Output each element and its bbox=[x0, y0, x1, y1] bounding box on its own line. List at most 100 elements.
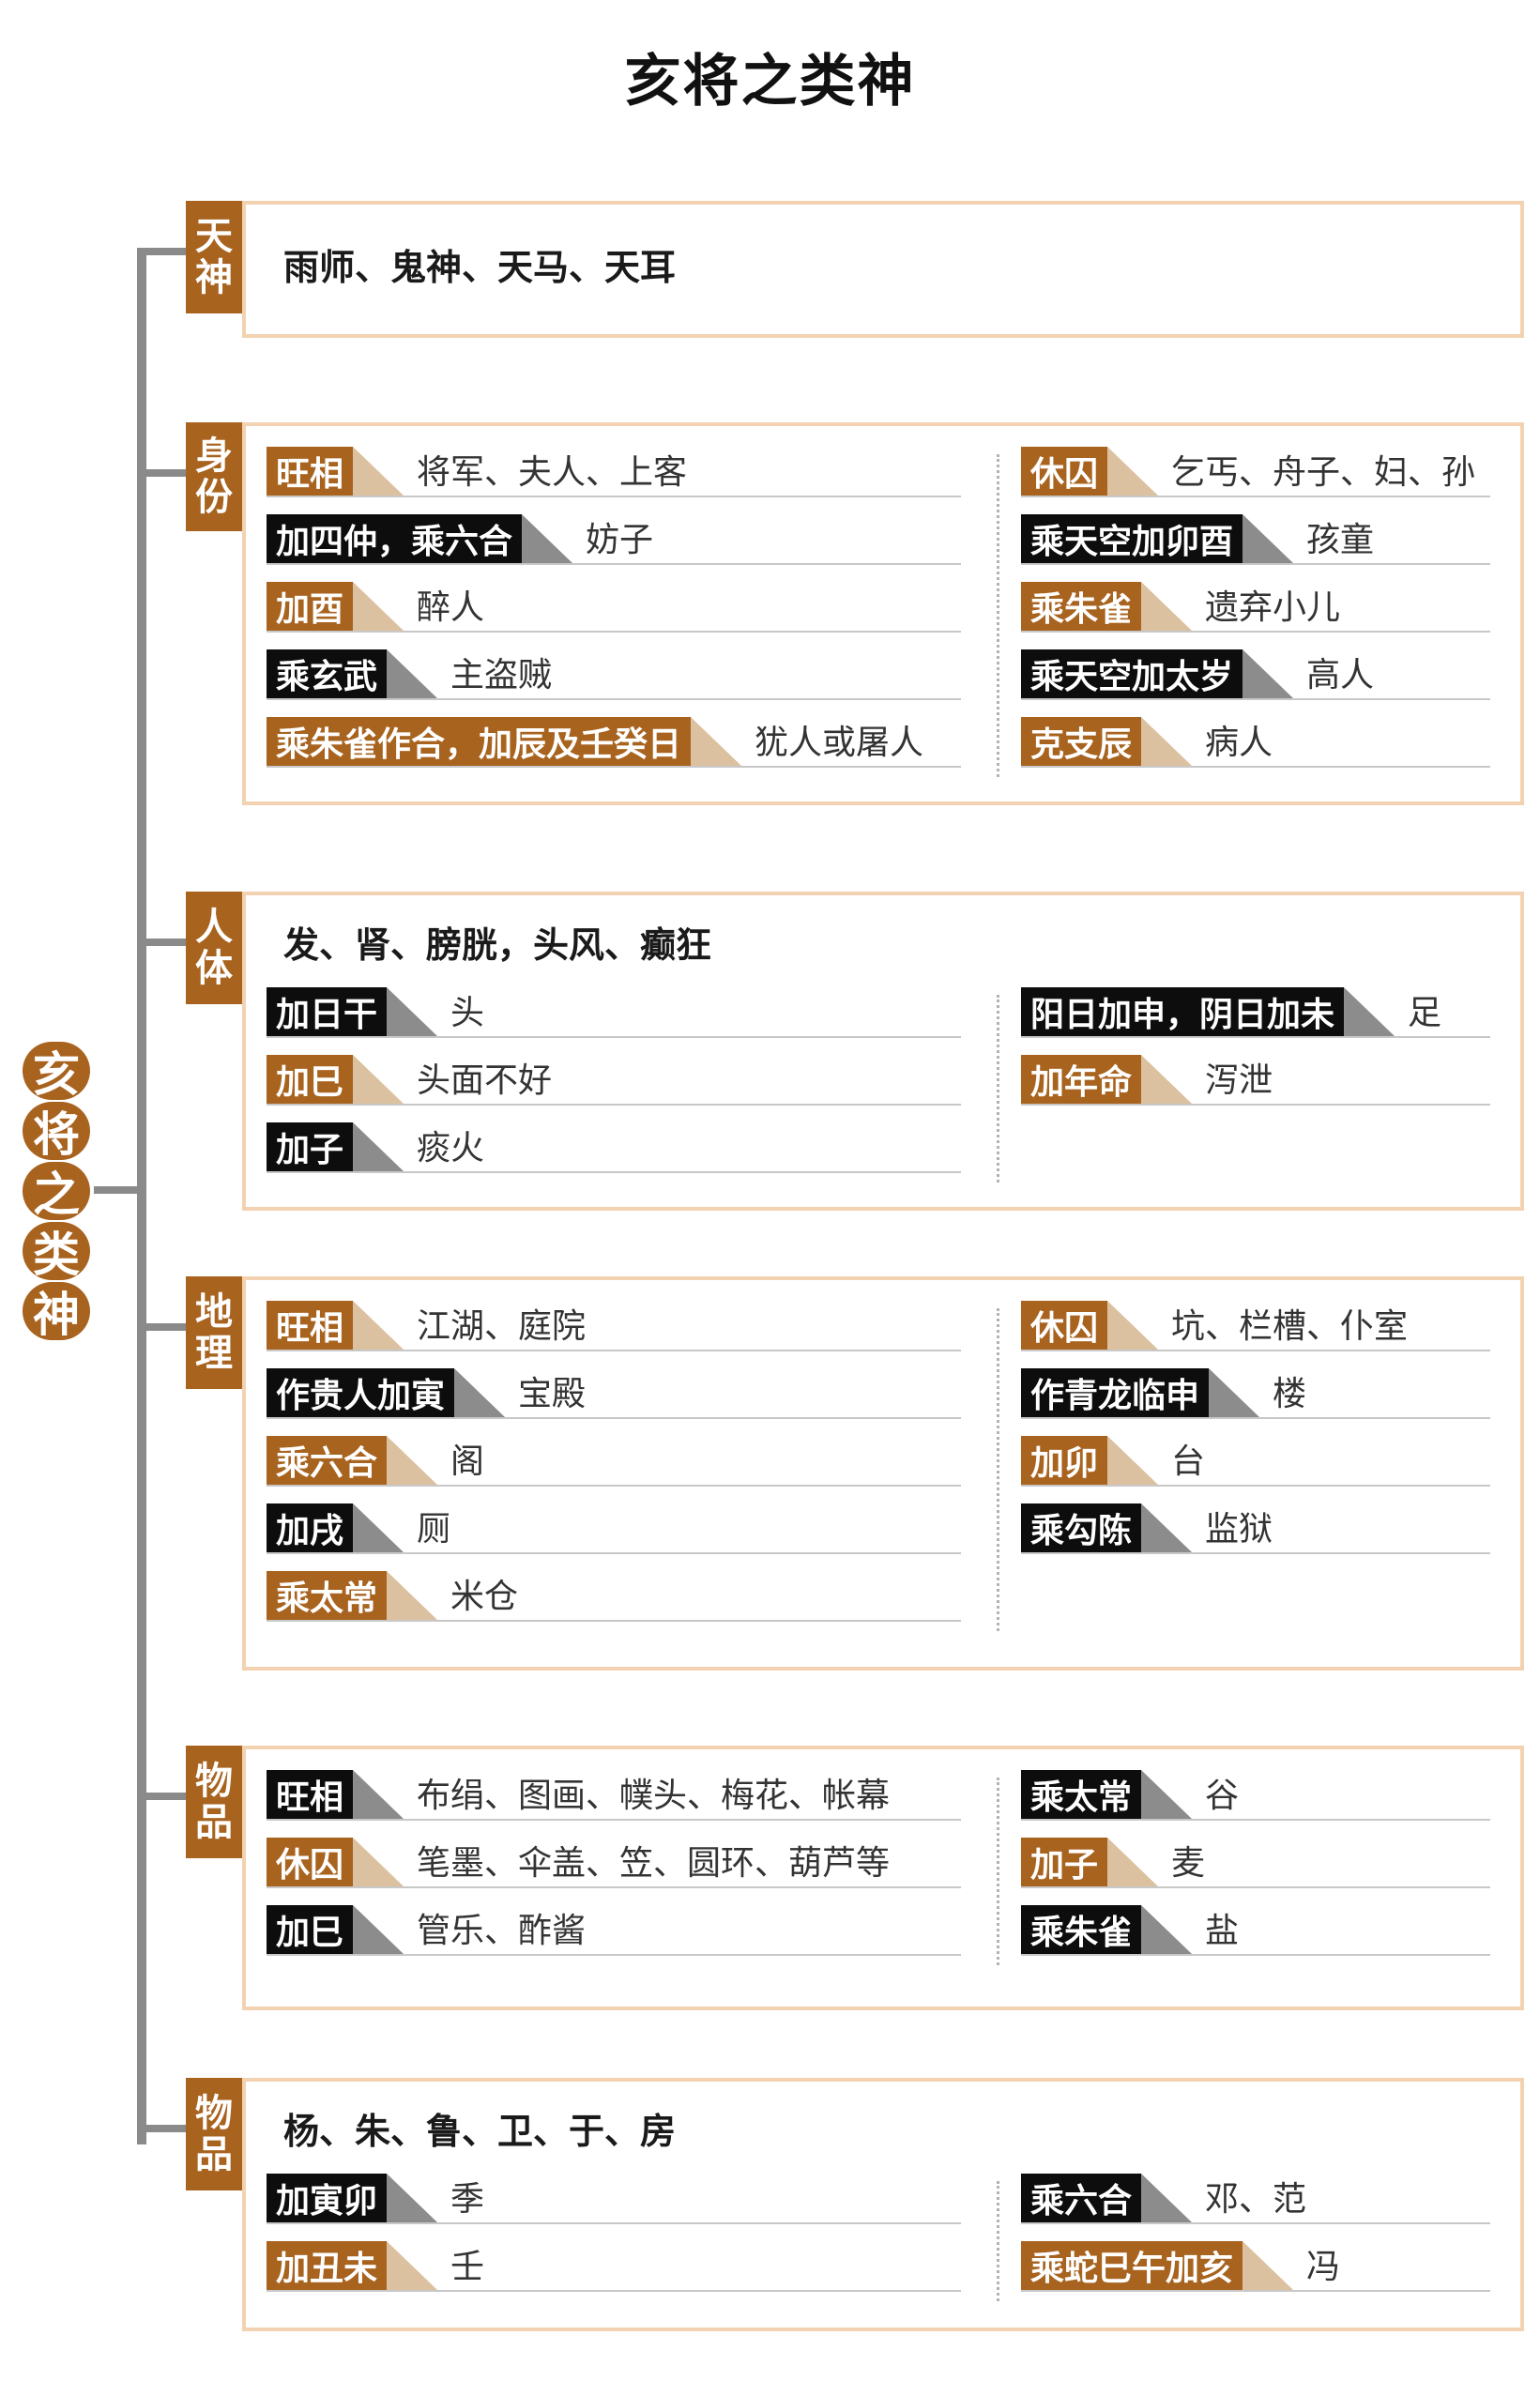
entry-value: 麦 bbox=[1171, 1844, 1206, 1883]
section-tag-char: 品 bbox=[195, 1801, 233, 1844]
entry-label: 乘六合 bbox=[267, 1436, 388, 1485]
section-tag: 地理 bbox=[186, 1276, 242, 1389]
entry-value: 妨子 bbox=[586, 521, 654, 559]
root-char: 神 bbox=[23, 1282, 90, 1342]
entry-underline bbox=[267, 1171, 961, 1173]
entry-label: 乘勾陈 bbox=[1021, 1503, 1142, 1552]
triangle-marker-icon bbox=[1141, 717, 1193, 766]
entry-underline bbox=[1021, 1954, 1490, 1956]
entry-underline bbox=[1021, 1350, 1490, 1351]
triangle-marker-icon bbox=[454, 1368, 506, 1417]
triangle-marker-icon bbox=[1141, 1905, 1193, 1954]
entry-value: 厕 bbox=[417, 1510, 451, 1549]
entry-underline bbox=[1021, 1552, 1490, 1554]
entry-label: 乘朱雀作合，加辰及壬癸日 bbox=[267, 717, 692, 766]
entry-label: 旺相 bbox=[267, 1301, 354, 1350]
entry-label: 乘太常 bbox=[1021, 1770, 1142, 1819]
tree-trunk-line bbox=[137, 252, 146, 2144]
section-tag-char: 份 bbox=[195, 476, 233, 519]
entry-label: 加子 bbox=[267, 1122, 354, 1171]
entry-label: 乘天空加太岁 bbox=[1021, 649, 1243, 698]
entry-underline bbox=[267, 1417, 961, 1419]
entry-row: 加寅卯 季 bbox=[267, 2172, 961, 2224]
entry-row: 乘玄武 主盗贼 bbox=[267, 648, 961, 700]
entry-label: 乘六合 bbox=[1021, 2174, 1142, 2222]
triangle-marker-icon bbox=[353, 1055, 404, 1104]
entry-underline bbox=[1021, 1485, 1490, 1487]
entry-underline bbox=[267, 1954, 961, 1956]
entry-row: 旺相 将军、夫人、上客 bbox=[267, 445, 961, 497]
triangle-marker-icon bbox=[1141, 582, 1193, 631]
branch-line bbox=[137, 939, 190, 946]
entry-value: 楼 bbox=[1273, 1375, 1307, 1413]
entry-row: 乘天空加太岁 高人 bbox=[1021, 648, 1490, 700]
entry-value: 笔墨、伞盖、笠、圆环、葫芦等 bbox=[417, 1844, 891, 1883]
entry-underline bbox=[267, 2290, 961, 2292]
entry-row: 加戌 厕 bbox=[267, 1502, 961, 1554]
entry-underline bbox=[1021, 766, 1490, 768]
section-tag: 人体 bbox=[186, 892, 242, 1004]
entry-label: 加丑未 bbox=[267, 2241, 388, 2290]
branch-line bbox=[137, 1793, 190, 1800]
section-panel: 杨、朱、鲁、卫、于、房 加寅卯 季加丑未 壬 乘六合 邓、范 乘蛇巳午加亥 冯 bbox=[242, 2078, 1524, 2331]
entry-value: 米仓 bbox=[450, 1578, 519, 1616]
entry-underline bbox=[1021, 2222, 1490, 2224]
section-tag: 物品 bbox=[186, 2078, 242, 2190]
entry-row: 乘朱雀 遗弃小儿 bbox=[1021, 580, 1490, 633]
entry-label: 乘太常 bbox=[267, 1571, 388, 1620]
entry-label: 乘玄武 bbox=[267, 649, 388, 698]
triangle-marker-icon bbox=[1243, 514, 1294, 563]
entry-underline bbox=[267, 1552, 961, 1554]
entry-underline bbox=[1021, 1417, 1490, 1419]
entry-value: 台 bbox=[1171, 1442, 1206, 1481]
entry-underline bbox=[1021, 631, 1490, 633]
section-panel: 发、肾、膀胱，头风、癫狂 加日干 头加巳 头面不好 加子 痰火 阳日加申，阴日加未 足加年命 泻… bbox=[242, 892, 1524, 1211]
entry-label: 休囚 bbox=[1021, 447, 1108, 496]
entry-underline bbox=[1021, 1819, 1490, 1821]
entry-row: 休囚 坑、栏槽、仆室 bbox=[1021, 1299, 1490, 1351]
entry-value: 乞丐、舟子、妇、孙 bbox=[1171, 453, 1476, 492]
triangle-marker-icon bbox=[353, 447, 404, 496]
entry-value: 孩童 bbox=[1306, 521, 1375, 559]
triangle-marker-icon bbox=[387, 987, 438, 1036]
entry-row: 旺相 布绢、图画、幞头、梅花、帐幕 bbox=[267, 1768, 961, 1821]
entry-value: 布绢、图画、幞头、梅花、帐幕 bbox=[417, 1777, 891, 1815]
entry-underline bbox=[267, 2222, 961, 2224]
root-char: 之 bbox=[23, 1162, 90, 1222]
entry-value: 谷 bbox=[1205, 1777, 1240, 1815]
entry-label: 乘朱雀 bbox=[1021, 582, 1142, 631]
entry-row: 加子 痰火 bbox=[267, 1121, 961, 1173]
column-divider bbox=[997, 995, 999, 1183]
entry-label: 加卯 bbox=[1021, 1436, 1108, 1485]
triangle-marker-icon bbox=[1141, 2174, 1193, 2222]
triangle-marker-icon bbox=[387, 2241, 438, 2290]
triangle-marker-icon bbox=[353, 1838, 404, 1886]
entry-underline bbox=[1021, 496, 1490, 497]
branch-line bbox=[137, 469, 190, 477]
section-intro: 发、肾、膀胱，头风、癫狂 bbox=[283, 924, 712, 966]
entry-row: 加巳 管乐、酢酱 bbox=[267, 1903, 961, 1956]
entry-label: 乘天空加卯酉 bbox=[1021, 514, 1243, 563]
entry-row: 作青龙临申 楼 bbox=[1021, 1366, 1490, 1419]
entry-row: 加日干 头 bbox=[267, 985, 961, 1038]
section-intro: 雨师、鬼神、天马、天耳 bbox=[283, 247, 677, 288]
entry-value: 泻泄 bbox=[1205, 1061, 1273, 1100]
triangle-marker-icon bbox=[1243, 2241, 1294, 2290]
entry-value: 阁 bbox=[450, 1442, 485, 1481]
entry-label: 休囚 bbox=[267, 1838, 354, 1886]
triangle-marker-icon bbox=[522, 514, 573, 563]
entry-label: 加寅卯 bbox=[267, 2174, 388, 2222]
column-divider bbox=[997, 2181, 999, 2301]
triangle-marker-icon bbox=[353, 1503, 404, 1552]
entry-underline bbox=[267, 766, 961, 768]
triangle-marker-icon bbox=[1107, 1838, 1159, 1886]
triangle-marker-icon bbox=[353, 1122, 404, 1171]
root-char: 将 bbox=[23, 1102, 90, 1162]
entry-row: 乘天空加卯酉 孩童 bbox=[1021, 512, 1490, 565]
triangle-marker-icon bbox=[387, 2174, 438, 2222]
entry-underline bbox=[267, 631, 961, 633]
triangle-marker-icon bbox=[1107, 447, 1159, 496]
section-tag-char: 物 bbox=[195, 1760, 233, 1803]
triangle-marker-icon bbox=[1141, 1055, 1193, 1104]
entry-row: 加丑未 壬 bbox=[267, 2239, 961, 2292]
